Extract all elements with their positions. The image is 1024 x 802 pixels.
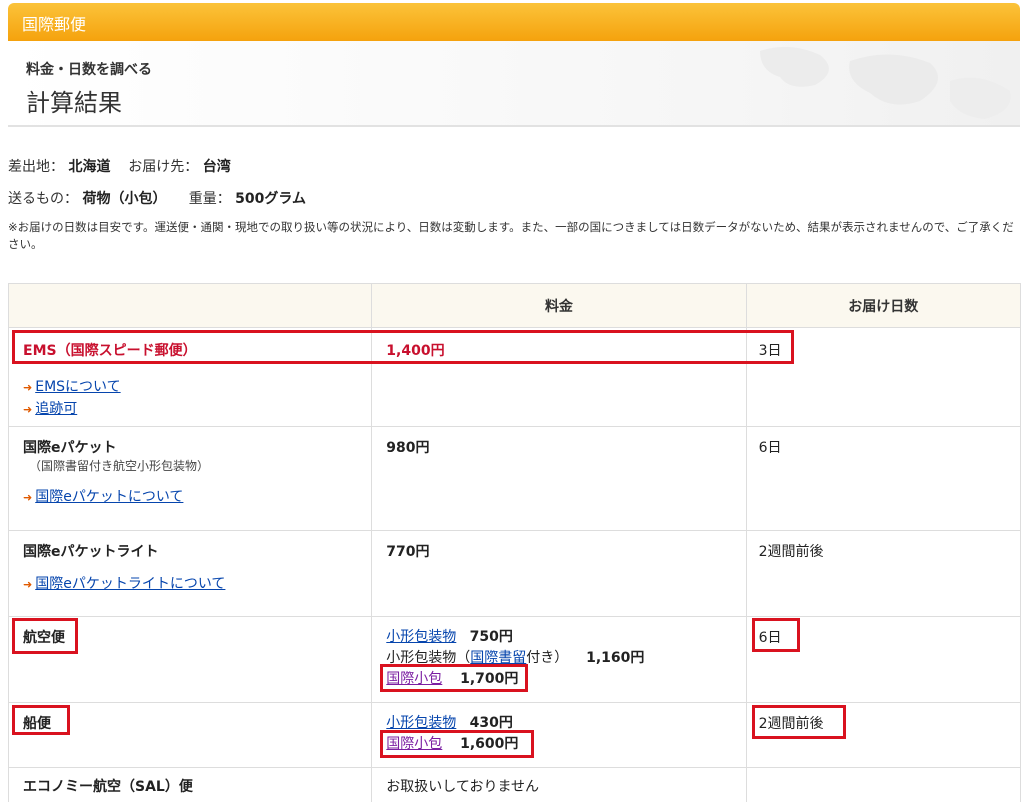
- delivery-note: ※お届けの日数は目安です。運送便・通関・現地での取り扱い等の状況により、日数は変…: [8, 220, 1014, 251]
- arrow-icon: ➜: [23, 491, 33, 504]
- table-row-epacket: 国際eパケット （国際書留付き航空小形包装物） ➜ 国際eパケットについて 980…: [7, 426, 1022, 531]
- item-value: 荷物（小包）: [82, 191, 167, 207]
- weight-label: 重量：: [188, 191, 231, 207]
- air-registered-suffix: 付き）: [526, 650, 569, 666]
- table-header-row: 料金 お届け日数: [7, 283, 1022, 328]
- origin-destination: 差出地： 北海道 お届け先： 台湾: [8, 156, 231, 176]
- highlight-air-parcel: [380, 664, 528, 692]
- highlight-ship-name: [12, 705, 70, 735]
- highlight-ship-days: [752, 705, 846, 739]
- item-label: 送るもの：: [8, 191, 78, 207]
- air-small-packet-price: 750円: [469, 629, 513, 645]
- item-weight: 送るもの： 荷物（小包） 重量： 500グラム: [8, 188, 306, 208]
- highlight-air-days: [752, 618, 800, 652]
- page-subtitle: 料金・日数を調べる: [26, 62, 152, 78]
- epacket-subnote: （国際書留付き航空小形包装物）: [29, 459, 210, 473]
- epacket-lite-about-link[interactable]: 国際eパケットライトについて: [35, 576, 225, 592]
- table-row-epacket-lite: 国際eパケットライト ➜ 国際eパケットライトについて 770円 2週間前後: [7, 530, 1022, 617]
- arrow-icon: ➜: [23, 578, 33, 591]
- destination-label: お届け先：: [128, 159, 199, 175]
- arrow-icon: ➜: [23, 381, 33, 394]
- destination-value: 台湾: [202, 159, 231, 175]
- header-price: 料金: [371, 283, 747, 328]
- epacket-price: 980円: [386, 440, 430, 456]
- page: 国際郵便 料金・日数を調べる 計算結果 差出地： 北海道 お届け先： 台湾 送る…: [0, 0, 1024, 802]
- ems-tracking-link[interactable]: 追跡可: [35, 401, 77, 417]
- ship-small-packet-price: 430円: [469, 715, 513, 731]
- epacket-lite-service-name: 国際eパケットライト: [23, 544, 159, 560]
- ship-service-name: 船便: [23, 716, 51, 732]
- highlight-air-name: [12, 618, 78, 654]
- section-title: 国際郵便: [22, 15, 87, 34]
- table-row-sal: エコノミー航空（SAL）便 お取扱いしておりません: [7, 767, 1022, 802]
- ems-about-link[interactable]: EMSについて: [35, 379, 120, 395]
- header-panel: 料金・日数を調べる 計算結果: [8, 41, 1020, 127]
- world-map-decoration: [760, 46, 1011, 119]
- sal-price: お取扱いしておりません: [386, 779, 540, 795]
- arrow-icon: ➜: [23, 403, 33, 416]
- page-title: 計算結果: [26, 89, 122, 117]
- epacket-about-link[interactable]: 国際eパケットについて: [35, 489, 183, 505]
- ship-small-packet-link[interactable]: 小形包装物: [386, 715, 456, 731]
- epacket-lite-price: 770円: [386, 544, 430, 560]
- header-days: お届け日数: [745, 283, 1022, 328]
- highlight-ship-parcel: [380, 730, 534, 758]
- epacket-service-name: 国際eパケット: [23, 440, 117, 456]
- origin-label: 差出地：: [8, 159, 64, 175]
- air-small-packet-link[interactable]: 小形包装物: [386, 629, 456, 645]
- header-service: [7, 283, 373, 328]
- epacket-days: 6日: [758, 440, 782, 456]
- air-registered-price: 1,160円: [586, 650, 645, 666]
- epacket-lite-days: 2週間前後: [758, 544, 824, 560]
- top-bar: 国際郵便: [8, 3, 1020, 41]
- sal-service-name: エコノミー航空（SAL）便: [23, 779, 193, 795]
- highlight-ems-row: [12, 330, 794, 364]
- weight-value: 500グラム: [235, 191, 306, 207]
- origin-value: 北海道: [68, 159, 111, 175]
